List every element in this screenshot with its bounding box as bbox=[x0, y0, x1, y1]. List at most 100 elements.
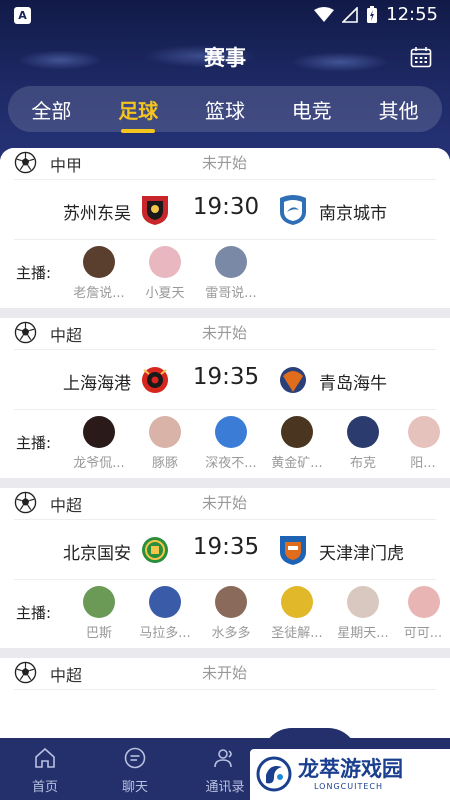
football-icon bbox=[14, 661, 37, 684]
notification-badge: A bbox=[14, 7, 31, 24]
streamer-row: 主播: 龙爷侃... 豚豚 深夜不... 黄金矿... 布克 阳... bbox=[0, 410, 450, 478]
status-bar: A 12:55 bbox=[0, 0, 450, 32]
streamer-name: 可可... bbox=[403, 626, 443, 641]
streamer-item[interactable]: 龙爷侃... bbox=[66, 416, 132, 471]
streamer-item[interactable]: 小夏天 bbox=[132, 246, 198, 301]
match-card[interactable]: 中超 未开始 bbox=[0, 658, 450, 738]
streamer-name: 巴斯 bbox=[85, 626, 112, 641]
app-header: A 12:55 赛事 全部 足球 篮球 电竞 其他 bbox=[0, 0, 450, 160]
streamer-row: 主播: 老詹说... 小夏天 雷哥说... bbox=[0, 240, 450, 308]
away-team-name: 青岛海牛 bbox=[319, 374, 387, 394]
streamer-item[interactable]: 阳... bbox=[396, 416, 450, 471]
tab-all[interactable]: 全部 bbox=[25, 95, 77, 124]
streamer-item[interactable]: 可可... bbox=[396, 586, 450, 641]
home-team-shield-icon bbox=[142, 537, 168, 563]
match-row[interactable]: 上海海港 19:35 青岛海牛 bbox=[14, 350, 436, 410]
nav-label: 首页 bbox=[31, 780, 58, 795]
avatar bbox=[83, 586, 115, 618]
avatar bbox=[215, 586, 247, 618]
league-name: 中超 bbox=[50, 496, 83, 515]
watermark-logo: 龙萃游戏园 LONGCUITECH bbox=[250, 749, 450, 800]
match-card-header: 中超 未开始 bbox=[14, 318, 436, 350]
category-tabs: 全部 足球 篮球 电竞 其他 bbox=[8, 86, 442, 133]
wifi-icon bbox=[314, 6, 335, 22]
streamer-name: 深夜不... bbox=[205, 456, 257, 471]
watermark-subtitle: LONGCUITECH bbox=[314, 782, 383, 791]
watermark-title: 龙萃游戏园 bbox=[298, 757, 403, 781]
football-icon bbox=[14, 491, 37, 514]
calendar-icon[interactable] bbox=[410, 46, 432, 68]
avatar bbox=[281, 586, 313, 618]
avatar bbox=[83, 246, 115, 278]
avatar bbox=[281, 416, 313, 448]
avatar bbox=[149, 416, 181, 448]
home-icon bbox=[35, 747, 55, 768]
home-team-shield-icon bbox=[142, 367, 168, 393]
match-card[interactable]: 中超 未开始 北京国安 19:35 天津津门虎 主播: 巴斯 马拉多... 水多… bbox=[0, 488, 450, 648]
match-list: 中甲 未开始 苏州东吴 19:30 南京城市 主播: 老詹说... 小夏天 雷哥… bbox=[0, 148, 450, 738]
match-status: 未开始 bbox=[202, 154, 248, 172]
avatar bbox=[408, 416, 440, 448]
streamer-item[interactable]: 圣徒解... bbox=[264, 586, 330, 641]
signal-icon bbox=[342, 6, 358, 23]
contacts-icon bbox=[214, 749, 232, 768]
streamer-label: 主播: bbox=[16, 434, 52, 452]
home-team-name: 上海海港 bbox=[63, 374, 131, 394]
avatar bbox=[408, 586, 440, 618]
match-row[interactable]: 北京国安 19:35 天津津门虎 bbox=[14, 520, 436, 580]
streamer-item[interactable]: 雷哥说... bbox=[198, 246, 264, 301]
home-team-name: 苏州东吴 bbox=[63, 204, 131, 224]
tab-basketball[interactable]: 篮球 bbox=[199, 95, 251, 124]
match-status: 未开始 bbox=[202, 664, 248, 682]
match-card-header: 中甲 未开始 bbox=[14, 148, 436, 180]
status-icons: 12:55 bbox=[314, 4, 438, 25]
streamer-label: 主播: bbox=[16, 264, 52, 282]
streamer-item[interactable]: 豚豚 bbox=[132, 416, 198, 471]
away-team-name: 南京城市 bbox=[319, 204, 387, 224]
streamer-item[interactable]: 巴斯 bbox=[66, 586, 132, 641]
streamer-item[interactable]: 深夜不... bbox=[198, 416, 264, 471]
match-status: 未开始 bbox=[202, 324, 248, 342]
match-row[interactable]: 苏州东吴 19:30 南京城市 bbox=[14, 180, 436, 240]
football-icon bbox=[14, 321, 37, 344]
league-name: 中超 bbox=[50, 666, 83, 685]
tab-other[interactable]: 其他 bbox=[373, 95, 425, 124]
avatar bbox=[83, 416, 115, 448]
nav-home[interactable]: 首页 bbox=[0, 738, 90, 800]
page-title: 赛事 bbox=[204, 46, 246, 70]
streamer-name: 豚豚 bbox=[151, 456, 178, 471]
streamer-name: 水多多 bbox=[211, 626, 251, 641]
match-card-header: 中超 未开始 bbox=[14, 658, 436, 690]
tab-football[interactable]: 足球 bbox=[112, 95, 164, 133]
streamer-item[interactable]: 马拉多... bbox=[132, 586, 198, 641]
tab-esports[interactable]: 电竞 bbox=[286, 95, 338, 124]
away-team-shield-icon bbox=[280, 536, 306, 565]
match-card-header: 中超 未开始 bbox=[14, 488, 436, 520]
streamer-item[interactable]: 黄金矿... bbox=[264, 416, 330, 471]
streamer-name: 黄金矿... bbox=[271, 456, 323, 471]
match-time: 19:35 bbox=[192, 364, 260, 390]
streamer-name: 布克 bbox=[349, 456, 376, 471]
avatar bbox=[215, 246, 247, 278]
match-time: 19:30 bbox=[192, 194, 260, 220]
match-row[interactable] bbox=[14, 690, 436, 738]
streamer-item[interactable]: 星期天... bbox=[330, 586, 396, 641]
streamer-name: 圣徒解... bbox=[271, 626, 323, 641]
streamer-name: 龙爷侃... bbox=[73, 456, 125, 471]
clock: 12:55 bbox=[386, 4, 438, 25]
streamer-item[interactable]: 布克 bbox=[330, 416, 396, 471]
avatar bbox=[215, 416, 247, 448]
league-name: 中超 bbox=[50, 326, 83, 345]
match-card[interactable]: 中甲 未开始 苏州东吴 19:30 南京城市 主播: 老詹说... 小夏天 雷哥… bbox=[0, 148, 450, 308]
avatar bbox=[347, 586, 379, 618]
away-team-shield-icon bbox=[280, 195, 306, 225]
home-team-shield-icon bbox=[142, 196, 168, 225]
match-card[interactable]: 中超 未开始 上海海港 19:35 青岛海牛 主播: 龙爷侃... 豚豚 深夜不… bbox=[0, 318, 450, 478]
streamer-item[interactable]: 水多多 bbox=[198, 586, 264, 641]
nav-chat[interactable]: 聊天 bbox=[90, 738, 180, 800]
streamer-row: 主播: 巴斯 马拉多... 水多多 圣徒解... 星期天... 可可... bbox=[0, 580, 450, 648]
match-time: 19:35 bbox=[192, 534, 260, 560]
football-icon bbox=[14, 151, 37, 174]
streamer-item[interactable]: 老詹说... bbox=[66, 246, 132, 301]
avatar bbox=[347, 416, 379, 448]
